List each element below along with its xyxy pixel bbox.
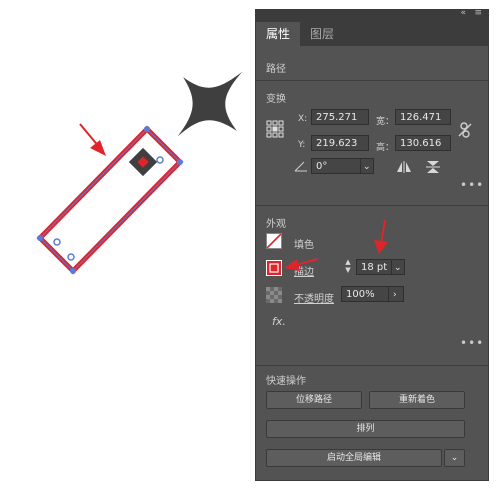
reference-point-icon[interactable]	[266, 120, 284, 138]
anchor-point[interactable]	[70, 268, 76, 274]
flip-vertical-icon[interactable]	[426, 160, 440, 174]
corner-widget[interactable]	[67, 253, 75, 261]
section-quick-actions-label: 快速操作	[266, 376, 306, 387]
fill-label: 填色	[294, 240, 314, 251]
flip-horizontal-icon[interactable]	[396, 161, 412, 173]
section-transform-label: 变换	[266, 94, 286, 105]
panel-menu-icon[interactable]: ≡	[474, 8, 482, 18]
tab-properties[interactable]: 属性	[256, 22, 301, 46]
corner-widget[interactable]	[156, 156, 164, 164]
offset-path-button[interactable]: 位移路径	[266, 391, 362, 409]
divider	[256, 80, 488, 81]
y-label: Y:	[298, 140, 306, 150]
section-appearance-label: 外观	[266, 219, 286, 230]
opacity-field[interactable]: 100%	[341, 286, 389, 302]
opacity-icon	[266, 287, 282, 303]
arrange-button[interactable]: 排列	[266, 420, 465, 438]
stroke-weight-stepper[interactable]: ▲ ▼	[343, 258, 353, 276]
corner-widget[interactable]	[53, 238, 61, 246]
height-field[interactable]: 130.616	[395, 135, 451, 151]
angle-dropdown-icon[interactable]: ⌄	[360, 158, 374, 174]
divider	[256, 365, 488, 366]
properties-panel: « ≡ 属性 图层 路径 变换 X: 275.271 宽： 126.471 Y:…	[256, 8, 488, 480]
recolor-button[interactable]: 重新着色	[369, 391, 465, 409]
width-label: 宽：	[376, 117, 395, 127]
constrain-proportions-icon[interactable]	[458, 122, 472, 138]
stroke-weight-field[interactable]: 18 pt	[356, 259, 392, 275]
global-edit-button[interactable]: 启动全局编辑	[266, 449, 442, 467]
opacity-label[interactable]: 不透明度	[294, 290, 334, 305]
stroke-swatch-icon[interactable]	[266, 260, 282, 276]
width-field[interactable]: 126.471	[395, 109, 451, 125]
anchor-point[interactable]	[37, 235, 43, 241]
more-options-icon[interactable]: •••	[460, 336, 484, 350]
y-field[interactable]: 219.623	[311, 135, 369, 151]
fx-effects-button[interactable]: fx.	[272, 315, 286, 328]
angle-field[interactable]: 0°	[311, 158, 361, 174]
panel-tabs: 属性 图层	[256, 20, 488, 46]
selected-rectangle[interactable]	[36, 125, 184, 275]
tab-layers[interactable]: 图层	[300, 22, 344, 46]
x-label: X:	[298, 114, 308, 124]
stroke-label[interactable]: 描边	[294, 263, 314, 278]
divider	[256, 205, 488, 206]
section-path-label: 路径	[266, 64, 286, 75]
more-options-icon[interactable]: •••	[460, 178, 484, 192]
rotate-angle-icon	[294, 161, 307, 172]
x-field[interactable]: 275.271	[311, 109, 369, 125]
panel-topbar: « ≡	[256, 8, 488, 20]
anchor-point[interactable]	[144, 126, 150, 132]
anchor-point[interactable]	[177, 159, 183, 165]
fill-swatch-icon[interactable]	[266, 233, 282, 249]
height-label: 高：	[376, 143, 395, 153]
collapse-icon[interactable]: «	[460, 8, 466, 18]
annotation-arrow	[79, 123, 106, 156]
star-shape[interactable]	[151, 45, 270, 164]
opacity-arrow-icon[interactable]: ›	[388, 286, 404, 302]
global-edit-dropdown-icon[interactable]: ⌄	[444, 449, 465, 467]
stroke-weight-dropdown-icon[interactable]: ⌄	[391, 259, 405, 275]
